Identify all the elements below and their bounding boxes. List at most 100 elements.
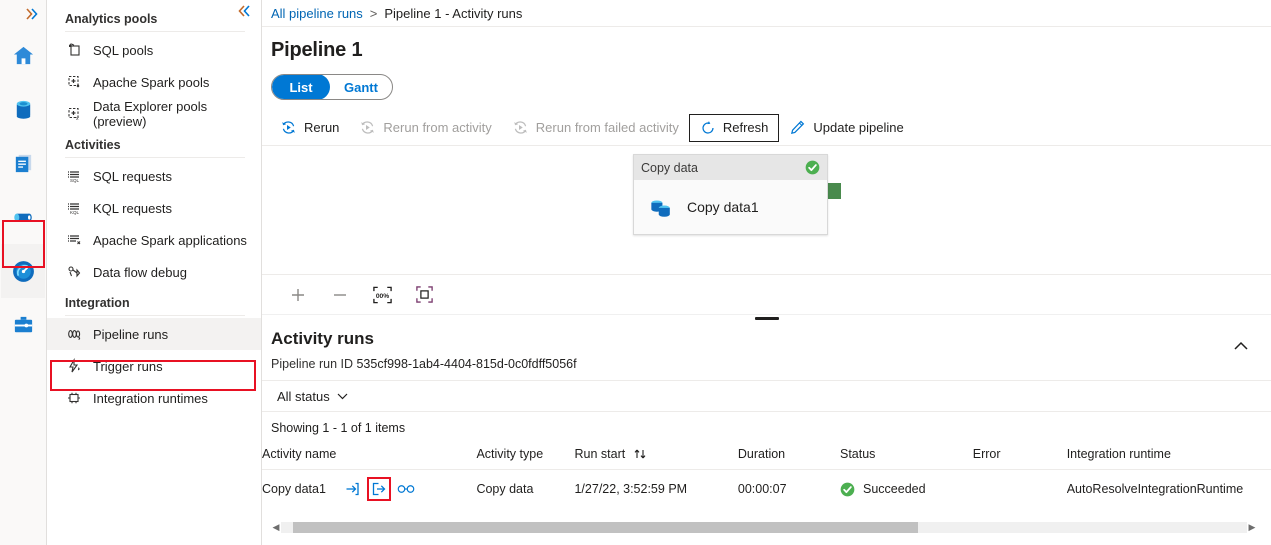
fit-to-screen-icon	[415, 286, 433, 303]
activity-runs-collapse-button[interactable]	[1233, 329, 1249, 351]
home-icon	[13, 46, 33, 64]
zoom-level-button[interactable]: 00%	[368, 281, 396, 309]
cell-run-start: 1/27/22, 3:52:59 PM	[574, 482, 688, 496]
scroll-right-icon[interactable]: ▶	[1247, 522, 1257, 533]
canvas-zoom-controls: 00%	[262, 274, 1271, 314]
sidebar-item-apache-spark-applications[interactable]: Apache Spark applications	[47, 224, 261, 256]
column-label: Activity type	[476, 447, 544, 461]
scrollbar-track[interactable]	[281, 521, 1247, 533]
nav-group-activities: Activities	[65, 138, 121, 152]
main-content: All pipeline runs > Pipeline 1 - Activit…	[262, 0, 1271, 545]
sidebar-item-sql-pools[interactable]: SQL pools	[47, 34, 261, 66]
gauge-icon	[12, 260, 34, 282]
status-filter-label: All status	[277, 388, 330, 404]
fit-to-screen-button[interactable]	[410, 281, 438, 309]
breadcrumb-current: Pipeline 1 - Activity runs	[384, 5, 523, 21]
pipeline-runs-icon	[65, 325, 83, 343]
pipeline-node-copy-data1[interactable]: Copy data Copy data1	[633, 154, 828, 235]
rerun-from-activity-button[interactable]: Rerun from activity	[349, 114, 501, 142]
sidebar-item-data-flow-debug[interactable]: Data flow debug	[47, 256, 261, 288]
column-label: Integration runtime	[1066, 447, 1171, 461]
column-label: Run start	[574, 447, 626, 461]
sidebar-item-pipeline-runs[interactable]: Pipeline runs	[47, 318, 261, 350]
zoom-in-button[interactable]	[284, 281, 312, 309]
left-icon-rail	[0, 0, 47, 545]
activity-runs-title: Activity runs	[271, 329, 374, 348]
toolbox-icon	[14, 316, 32, 332]
refresh-button[interactable]: Refresh	[688, 113, 780, 142]
sidebar-item-label: Trigger runs	[93, 358, 163, 374]
column-label: Activity name	[262, 447, 337, 461]
node-output-port[interactable]	[828, 183, 841, 199]
chevron-down-icon	[337, 393, 348, 400]
sidebar-item-trigger-runs[interactable]: Trigger runs	[47, 350, 261, 382]
rerun-icon	[282, 121, 295, 134]
sidebar-item-data-explorer-pools[interactable]: x Data Explorer pools (preview)	[47, 98, 261, 130]
sql-pool-icon	[65, 41, 83, 59]
rerun-button[interactable]: Rerun	[270, 114, 349, 142]
svg-text:SQL: SQL	[70, 178, 80, 183]
column-integration-runtime[interactable]: Integration runtime	[1066, 442, 1271, 470]
column-error[interactable]: Error	[972, 442, 1067, 470]
table-header-row: Activity name Activity type Run start Du…	[262, 442, 1271, 470]
chevron-double-right-icon	[26, 8, 38, 20]
left-nav-panel: Analytics pools SQL pools Apache Spark p…	[47, 0, 262, 545]
column-duration[interactable]: Duration	[737, 442, 840, 470]
toolbar: Rerun Rerun from activity Rerun from fai…	[262, 110, 1271, 146]
scroll-left-icon[interactable]: ◀	[271, 522, 281, 533]
scrollbar-thumb[interactable]	[293, 521, 918, 533]
column-run-start[interactable]: Run start	[574, 442, 738, 470]
sidebar-item-label: Pipeline runs	[93, 326, 169, 342]
sidebar-item-label: KQL requests	[93, 200, 173, 216]
cell-status: Succeeded	[840, 470, 973, 509]
column-activity-name[interactable]: Activity name	[262, 442, 477, 470]
update-pipeline-button[interactable]: Update pipeline	[779, 114, 913, 142]
input-icon[interactable]	[343, 480, 361, 498]
rerun-from-activity-icon	[361, 121, 375, 134]
sort-updown-icon	[634, 449, 646, 459]
column-label: Error	[972, 447, 1001, 461]
column-status[interactable]: Status	[840, 442, 973, 470]
pipeline-canvas[interactable]: Copy data Copy data1	[262, 146, 1271, 274]
nav-collapse-button[interactable]	[237, 4, 251, 18]
sidebar-item-kql-requests[interactable]: KQL KQL requests	[47, 192, 261, 224]
canvas-splitter[interactable]	[262, 314, 1271, 323]
breadcrumb-all-pipeline-runs[interactable]: All pipeline runs	[271, 6, 363, 21]
column-activity-type[interactable]: Activity type	[476, 442, 575, 470]
rail-item-develop[interactable]	[1, 136, 45, 190]
sidebar-item-apache-spark-pools[interactable]: Apache Spark pools	[47, 66, 261, 98]
details-glasses-icon[interactable]	[397, 480, 415, 498]
column-label: Status	[840, 447, 876, 461]
nav-group-integration: Integration	[65, 296, 130, 310]
breadcrumb-separator: >	[369, 5, 378, 21]
sidebar-item-sql-requests[interactable]: SQL SQL requests	[47, 160, 261, 192]
rail-item-home[interactable]	[1, 28, 45, 82]
horizontal-scrollbar[interactable]: ◀ ▶	[271, 521, 1257, 533]
showing-count: Showing 1 - 1 of 1 items	[271, 421, 406, 435]
zoom-out-icon	[334, 293, 346, 296]
svg-text:x: x	[76, 116, 79, 122]
cell-activity-name: Copy data1	[262, 470, 476, 509]
rerun-from-failed-activity-button[interactable]: Rerun from failed activity	[502, 114, 689, 142]
rail-item-integrate[interactable]	[1, 190, 45, 244]
output-icon[interactable]	[367, 477, 391, 501]
rail-item-data[interactable]	[1, 82, 45, 136]
sidebar-item-label: Integration runtimes	[93, 390, 208, 406]
sidebar-item-integration-runtimes[interactable]: Integration runtimes	[47, 382, 261, 414]
tab-gantt[interactable]: Gantt	[330, 75, 392, 99]
rail-item-monitor[interactable]	[1, 244, 45, 298]
table-row[interactable]: Copy data1 Copy data 1/27/22, 3:52:59 PM…	[262, 470, 1271, 509]
splitter-handle[interactable]	[754, 317, 779, 320]
status-filter-dropdown[interactable]: All status	[271, 383, 354, 409]
rail-expand-button[interactable]	[0, 0, 46, 28]
node-header: Copy data	[634, 155, 827, 180]
rerun-label: Rerun	[304, 120, 340, 135]
chevron-double-left-icon	[238, 5, 250, 17]
tab-list[interactable]: List	[272, 75, 330, 99]
node-body: Copy data1	[634, 180, 827, 234]
zoom-out-button[interactable]	[326, 281, 354, 309]
node-label: Copy data1	[687, 199, 759, 215]
activity-name-text: Copy data1	[262, 482, 326, 496]
rail-item-manage[interactable]	[1, 298, 45, 352]
database-icon	[16, 100, 30, 119]
